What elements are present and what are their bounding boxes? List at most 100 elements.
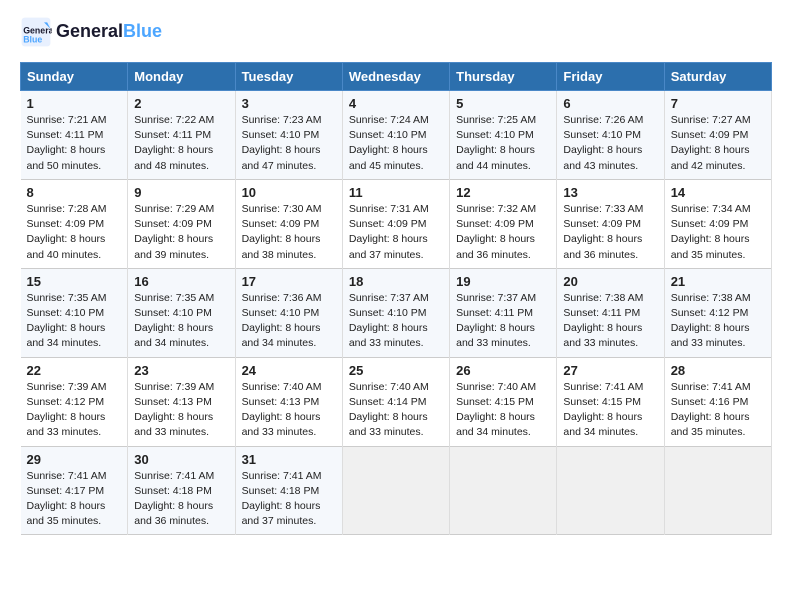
cell-info-line: Sunset: 4:16 PM (671, 395, 765, 410)
day-number: 13 (563, 185, 657, 200)
cell-info-line: Daylight: 8 hours (671, 410, 765, 425)
day-number: 29 (27, 452, 122, 467)
cell-info-line: Sunrise: 7:39 AM (27, 380, 122, 395)
cell-info-line: Sunset: 4:12 PM (27, 395, 122, 410)
cell-info-line: and 33 minutes. (563, 336, 657, 351)
cell-info-line: Sunrise: 7:25 AM (456, 113, 550, 128)
cell-info-line: Sunset: 4:15 PM (563, 395, 657, 410)
cell-info-line: Sunset: 4:15 PM (456, 395, 550, 410)
calendar-cell: 15Sunrise: 7:35 AMSunset: 4:10 PMDayligh… (21, 268, 128, 357)
cell-info-line: and 34 minutes. (563, 425, 657, 440)
cell-info-line: and 36 minutes. (563, 248, 657, 263)
calendar-cell: 26Sunrise: 7:40 AMSunset: 4:15 PMDayligh… (450, 357, 557, 446)
day-number: 1 (27, 96, 122, 111)
cell-info-line: Daylight: 8 hours (456, 321, 550, 336)
day-number: 9 (134, 185, 228, 200)
cell-info-line: Sunrise: 7:38 AM (563, 291, 657, 306)
cell-info-line: Sunrise: 7:40 AM (456, 380, 550, 395)
calendar-cell: 4Sunrise: 7:24 AMSunset: 4:10 PMDaylight… (342, 91, 449, 180)
cell-info-line: Sunset: 4:14 PM (349, 395, 443, 410)
cell-info-line: and 40 minutes. (27, 248, 122, 263)
calendar-cell: 16Sunrise: 7:35 AMSunset: 4:10 PMDayligh… (128, 268, 235, 357)
calendar-cell: 30Sunrise: 7:41 AMSunset: 4:18 PMDayligh… (128, 446, 235, 535)
cell-info-line: Daylight: 8 hours (456, 232, 550, 247)
cell-info-line: Daylight: 8 hours (242, 410, 336, 425)
day-number: 3 (242, 96, 336, 111)
weekday-header: Monday (128, 63, 235, 91)
calendar-cell (664, 446, 771, 535)
calendar-cell: 10Sunrise: 7:30 AMSunset: 4:09 PMDayligh… (235, 179, 342, 268)
cell-info-line: Sunset: 4:09 PM (563, 217, 657, 232)
calendar-cell: 8Sunrise: 7:28 AMSunset: 4:09 PMDaylight… (21, 179, 128, 268)
cell-info-line: Sunrise: 7:26 AM (563, 113, 657, 128)
svg-text:Blue: Blue (23, 34, 42, 44)
cell-info-line: Daylight: 8 hours (563, 232, 657, 247)
cell-info-line: and 38 minutes. (242, 248, 336, 263)
weekday-header: Sunday (21, 63, 128, 91)
cell-info-line: Daylight: 8 hours (671, 321, 765, 336)
cell-info-line: Sunset: 4:18 PM (242, 484, 336, 499)
day-number: 19 (456, 274, 550, 289)
cell-info-line: Sunrise: 7:41 AM (242, 469, 336, 484)
cell-info-line: Sunrise: 7:38 AM (671, 291, 765, 306)
cell-info-line: Daylight: 8 hours (27, 499, 122, 514)
cell-info-line: and 34 minutes. (134, 336, 228, 351)
cell-info-line: Daylight: 8 hours (134, 410, 228, 425)
cell-info-line: Sunrise: 7:21 AM (27, 113, 122, 128)
day-number: 10 (242, 185, 336, 200)
cell-info-line: Daylight: 8 hours (349, 321, 443, 336)
cell-info-line: Daylight: 8 hours (563, 143, 657, 158)
calendar-cell: 12Sunrise: 7:32 AMSunset: 4:09 PMDayligh… (450, 179, 557, 268)
cell-info-line: Sunset: 4:09 PM (671, 217, 765, 232)
cell-info-line: Sunrise: 7:39 AM (134, 380, 228, 395)
cell-info-line: Sunset: 4:09 PM (134, 217, 228, 232)
cell-info-line: Sunrise: 7:32 AM (456, 202, 550, 217)
cell-info-line: Sunrise: 7:23 AM (242, 113, 336, 128)
day-number: 24 (242, 363, 336, 378)
cell-info-line: Sunset: 4:12 PM (671, 306, 765, 321)
cell-info-line: Daylight: 8 hours (671, 232, 765, 247)
cell-info-line: and 34 minutes. (456, 425, 550, 440)
cell-info-line: and 33 minutes. (349, 336, 443, 351)
cell-info-line: Sunrise: 7:35 AM (134, 291, 228, 306)
day-number: 31 (242, 452, 336, 467)
calendar-cell (557, 446, 664, 535)
cell-info-line: Daylight: 8 hours (134, 232, 228, 247)
cell-info-line: Sunrise: 7:29 AM (134, 202, 228, 217)
cell-info-line: Sunrise: 7:41 AM (27, 469, 122, 484)
cell-info-line: Sunset: 4:09 PM (349, 217, 443, 232)
calendar-cell: 9 Sunrise: 7:29 AMSunset: 4:09 PMDaylight… (128, 179, 235, 268)
day-number: 18 (349, 274, 443, 289)
cell-info-line: Sunset: 4:10 PM (134, 306, 228, 321)
cell-info-line: and 36 minutes. (134, 514, 228, 529)
cell-info-line: Daylight: 8 hours (242, 499, 336, 514)
cell-info-line: Sunrise: 7:36 AM (242, 291, 336, 306)
cell-info-line: and 33 minutes. (242, 425, 336, 440)
cell-info-line: Sunrise: 7:27 AM (671, 113, 765, 128)
cell-info-line: Daylight: 8 hours (27, 410, 122, 425)
day-number: 22 (27, 363, 122, 378)
cell-info-line: Sunrise: 7:41 AM (671, 380, 765, 395)
cell-info-line: and 50 minutes. (27, 159, 122, 174)
cell-info-line: Sunrise: 7:37 AM (349, 291, 443, 306)
cell-info-line: Daylight: 8 hours (27, 143, 122, 158)
logo-text: GeneralBlue (56, 22, 162, 42)
calendar-cell (342, 446, 449, 535)
cell-info-line: Daylight: 8 hours (27, 232, 122, 247)
calendar-cell: 17Sunrise: 7:36 AMSunset: 4:10 PMDayligh… (235, 268, 342, 357)
cell-info-line: Sunrise: 7:24 AM (349, 113, 443, 128)
cell-info-line: Sunrise: 7:31 AM (349, 202, 443, 217)
cell-info-line: Daylight: 8 hours (671, 143, 765, 158)
cell-info-line: and 33 minutes. (134, 425, 228, 440)
cell-info-line: and 45 minutes. (349, 159, 443, 174)
calendar-cell: 27Sunrise: 7:41 AMSunset: 4:15 PMDayligh… (557, 357, 664, 446)
cell-info-line: Sunrise: 7:22 AM (134, 113, 228, 128)
page-container: General Blue GeneralBlue SundayMondayTue… (0, 0, 792, 545)
cell-info-line: Sunset: 4:11 PM (134, 128, 228, 143)
day-number: 2 (134, 96, 228, 111)
day-number: 20 (563, 274, 657, 289)
cell-info-line: Daylight: 8 hours (563, 321, 657, 336)
calendar-week-row: 15Sunrise: 7:35 AMSunset: 4:10 PMDayligh… (21, 268, 772, 357)
cell-info-line: and 39 minutes. (134, 248, 228, 263)
calendar-cell: 3Sunrise: 7:23 AMSunset: 4:10 PMDaylight… (235, 91, 342, 180)
